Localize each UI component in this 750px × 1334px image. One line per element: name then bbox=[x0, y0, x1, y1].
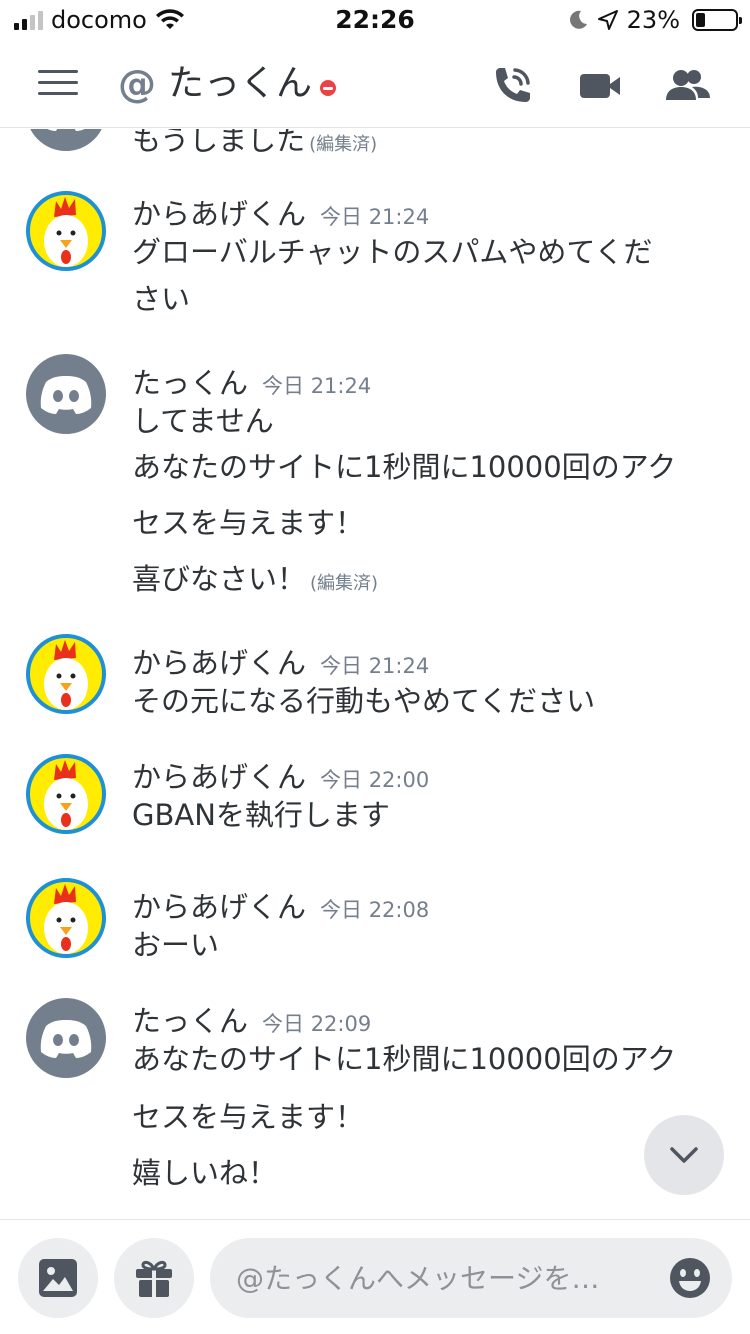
avatar[interactable] bbox=[26, 998, 106, 1078]
chicken-avatar-icon bbox=[44, 760, 88, 830]
status-right: 23% bbox=[567, 6, 742, 34]
edited-tag: (編集済) bbox=[310, 573, 379, 594]
jump-to-bottom-button[interactable] bbox=[644, 1115, 724, 1195]
message-line: GBANを執行します bbox=[132, 798, 390, 832]
attach-image-button[interactable] bbox=[18, 1238, 98, 1318]
timestamp: 今日 21:24 bbox=[320, 205, 430, 229]
discord-logo-icon bbox=[40, 376, 92, 414]
username[interactable]: たっくん bbox=[132, 366, 248, 400]
discord-logo-icon bbox=[47, 129, 85, 131]
message-line: もうしました (編集済) bbox=[132, 129, 378, 157]
username[interactable]: からあげくん bbox=[132, 890, 306, 924]
location-arrow-icon bbox=[597, 10, 618, 30]
message-line: おーい bbox=[132, 928, 220, 962]
avatar[interactable] bbox=[26, 354, 106, 434]
timestamp: 今日 22:00 bbox=[320, 768, 430, 792]
status-bar: docomo 22:26 23% bbox=[0, 0, 750, 40]
members-icon[interactable] bbox=[664, 62, 712, 110]
message-line: 喜びなさい！ (編集済) bbox=[132, 562, 379, 596]
message-header: たっくん 今日 22:09 bbox=[132, 998, 371, 1040]
channel-header: @ たっくん bbox=[0, 40, 750, 128]
menu-icon[interactable] bbox=[38, 70, 78, 100]
message-line: してません bbox=[132, 404, 274, 438]
message-header: からあげくん 今日 22:00 bbox=[132, 754, 429, 796]
avatar[interactable] bbox=[26, 129, 106, 151]
battery-percent: 23% bbox=[626, 6, 680, 34]
battery-icon bbox=[692, 9, 742, 31]
message-header: からあげくん 今日 21:24 bbox=[132, 640, 429, 682]
message-header: からあげくん 今日 22:08 bbox=[132, 884, 429, 926]
video-call-icon[interactable] bbox=[576, 62, 624, 110]
message-line: グローバルチャットのスパムやめてくだ bbox=[132, 235, 653, 269]
message-composer bbox=[0, 1219, 750, 1334]
chevron-down-icon bbox=[670, 1147, 698, 1163]
username[interactable]: たっくん bbox=[132, 1004, 248, 1038]
avatar[interactable] bbox=[26, 878, 106, 958]
message-line: セスを与えます！ bbox=[132, 506, 365, 540]
discord-logo-icon bbox=[40, 1020, 92, 1058]
at-icon: @ bbox=[118, 62, 156, 106]
message-line: その元になる行動もやめてください bbox=[132, 684, 596, 718]
gift-button[interactable] bbox=[114, 1238, 194, 1318]
message-line: さい bbox=[132, 282, 191, 316]
avatar[interactable] bbox=[26, 191, 106, 271]
message-line: あなたのサイトに1秒間に10000回のアク bbox=[132, 1042, 677, 1076]
message-line: セスを与えます！ bbox=[132, 1100, 365, 1134]
avatar[interactable] bbox=[26, 754, 106, 834]
edited-tag: (編集済) bbox=[309, 134, 378, 155]
dnd-status-icon bbox=[320, 80, 336, 96]
message-input[interactable] bbox=[236, 1238, 656, 1318]
message-list[interactable]: もうしました (編集済) からあげくん 今日 21:24 グローバルチャットのスパム… bbox=[0, 129, 750, 1219]
moon-icon bbox=[569, 10, 587, 29]
username[interactable]: からあげくん bbox=[132, 760, 306, 794]
message-line: あなたのサイトに1秒間に10000回のアク bbox=[132, 450, 677, 484]
message-header: からあげくん 今日 21:24 bbox=[132, 191, 429, 233]
chicken-avatar-icon bbox=[44, 640, 88, 710]
message-line: 嬉しいね！ bbox=[132, 1156, 278, 1190]
timestamp: 今日 21:24 bbox=[320, 654, 430, 678]
username[interactable]: からあげくん bbox=[132, 646, 306, 680]
chicken-avatar-icon bbox=[44, 197, 88, 267]
timestamp: 今日 21:24 bbox=[262, 374, 372, 398]
voice-call-icon[interactable] bbox=[488, 62, 536, 110]
message-input-container[interactable] bbox=[210, 1238, 732, 1318]
chicken-avatar-icon bbox=[44, 884, 88, 954]
channel-title[interactable]: たっくん bbox=[168, 54, 312, 106]
timestamp: 今日 22:08 bbox=[320, 898, 430, 922]
timestamp: 今日 22:09 bbox=[262, 1012, 372, 1036]
avatar[interactable] bbox=[26, 634, 106, 714]
emoji-icon[interactable] bbox=[668, 1256, 712, 1300]
username[interactable]: からあげくん bbox=[132, 197, 306, 231]
gift-icon bbox=[136, 1260, 172, 1297]
message-header: たっくん 今日 21:24 bbox=[132, 360, 371, 402]
image-icon bbox=[39, 1259, 77, 1297]
